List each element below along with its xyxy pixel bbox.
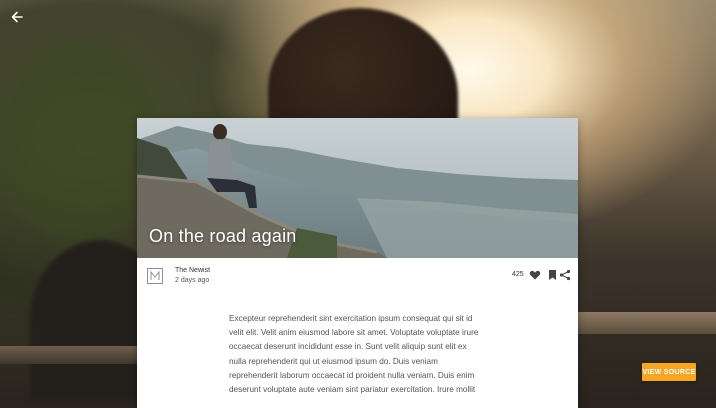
article-body: Excepteur reprehenderit sint exercitatio… xyxy=(229,314,479,395)
view-source-button[interactable]: VIEW SOURCE xyxy=(642,363,696,381)
heart-icon[interactable] xyxy=(529,268,541,280)
background-foliage xyxy=(0,40,160,240)
article-title: On the road again xyxy=(149,226,297,246)
background-railing xyxy=(578,312,716,334)
background-railing-left xyxy=(0,346,137,364)
likes-count: 425 xyxy=(512,271,524,278)
article-hero-image: On the road again xyxy=(137,118,578,258)
article-card: On the road again The Newist 2 days ago … xyxy=(137,118,578,408)
share-icon[interactable] xyxy=(559,268,571,281)
arrow-left-icon[interactable] xyxy=(8,8,26,26)
article-meta-row: The Newist 2 days ago 425 xyxy=(137,258,578,296)
publisher-name[interactable]: The Newist xyxy=(175,267,210,274)
post-timestamp: 2 days ago xyxy=(175,277,210,284)
bookmark-icon[interactable] xyxy=(548,268,557,280)
publisher-logo-icon[interactable] xyxy=(147,268,163,284)
